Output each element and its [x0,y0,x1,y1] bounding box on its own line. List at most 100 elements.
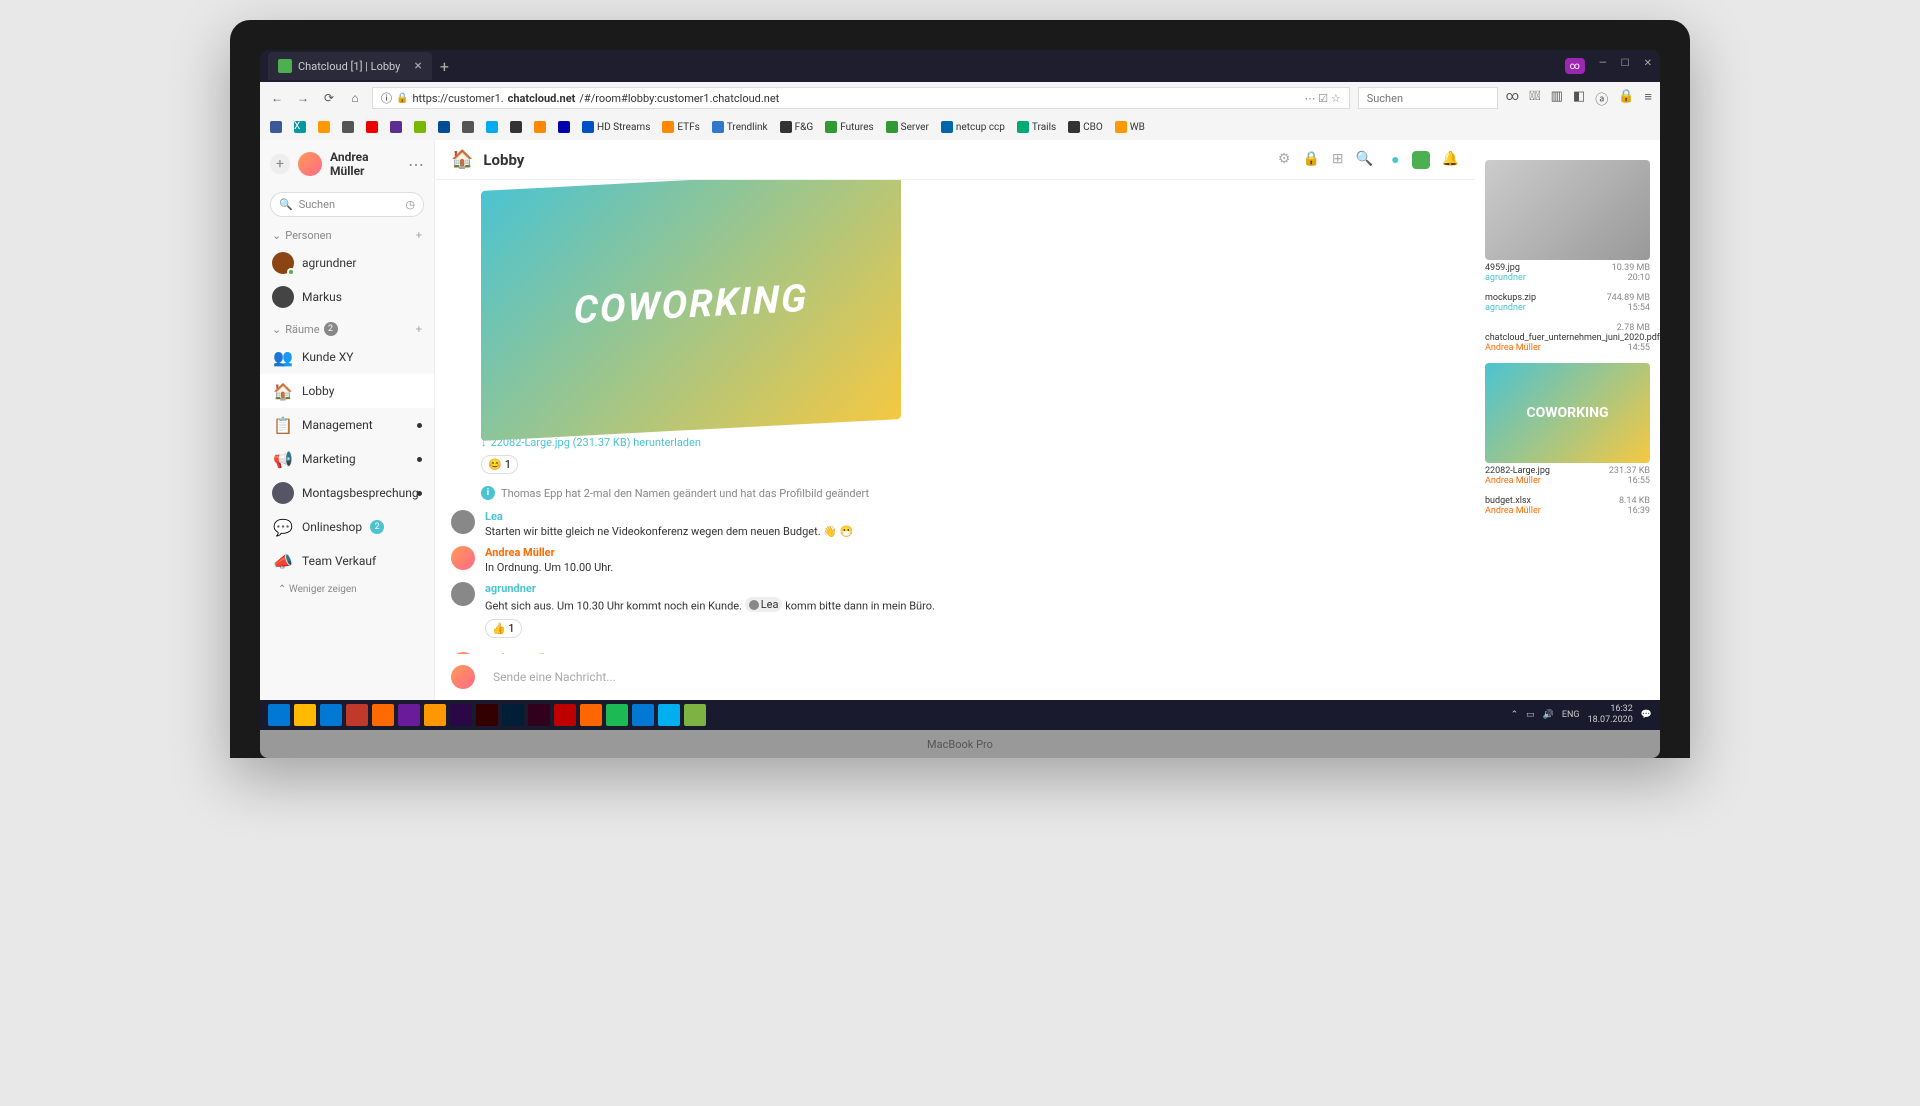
history-icon[interactable]: ◷ [405,198,415,211]
show-less[interactable]: ⌃ Weniger zeigen [260,578,434,601]
taskbar-app[interactable] [632,704,654,726]
bookmark[interactable]: X [294,121,306,133]
back-button[interactable]: ← [268,89,286,107]
bookmark[interactable] [438,121,450,133]
bookmark[interactable] [510,121,522,133]
room-item[interactable]: 👥Kunde XY [260,340,434,374]
add-person[interactable]: + [416,229,422,242]
bookmark[interactable] [558,121,570,133]
bookmark[interactable] [534,121,546,133]
taskbar-app[interactable] [658,704,680,726]
reaction[interactable]: 😊 1 [481,455,518,474]
tab-close-icon[interactable]: × [414,58,421,74]
bookmark[interactable]: Futures [825,121,873,133]
browser-tab[interactable]: Chatcloud [1] | Lobby × [268,52,432,80]
taskbar-app[interactable] [528,704,550,726]
room-item[interactable]: 📢Marketing [260,442,434,476]
bookmark[interactable] [390,121,402,133]
start-button[interactable] [268,704,290,726]
file-item[interactable]: 744.89 MBmockups.zip15:54agrundner [1485,293,1650,313]
taskbar-app[interactable] [502,704,524,726]
section-people[interactable]: ⌄ Personen + [260,221,434,246]
bookmark[interactable] [486,121,498,133]
message-user[interactable]: Andrea Müller [485,546,1459,559]
library-icon[interactable]: ▥ [1551,89,1563,108]
taskbar-app[interactable] [476,704,498,726]
notifications-icon[interactable]: 💬 [1641,710,1652,720]
menu-button[interactable]: ≡ [1644,89,1652,108]
file-thumb[interactable] [1485,160,1650,260]
file-thumb[interactable]: COWORKING [1485,363,1650,463]
chat-scroll[interactable]: COWORKING ↓22082-Large.jpg (231.37 KB) h… [435,180,1475,654]
room-item[interactable]: Montagsbesprechung [260,476,434,510]
taskbar-app[interactable] [398,704,420,726]
bookmark[interactable] [318,121,330,133]
bookmark[interactable]: CBO [1068,121,1103,133]
file-item[interactable]: 231.37 KB22082-Large.jpg16:55Andrea Müll… [1485,466,1650,486]
bell-icon[interactable]: 🔔 [1442,151,1459,169]
file-item[interactable]: 10.39 MB4959.jpg20:10agrundner [1485,263,1650,283]
home-button[interactable]: ⌂ [346,89,364,107]
search-input[interactable]: 🔍 Suchen ◷ [270,192,424,217]
bookmark[interactable]: Trails [1017,121,1056,133]
file-item[interactable]: 2.78 MBchatcloud_fuer_unternehmen_juni_2… [1485,323,1650,353]
tray-chevron-icon[interactable]: ⌃ [1511,710,1519,720]
forward-button[interactable]: → [294,89,312,107]
taskbar-app[interactable] [606,704,628,726]
add-button[interactable]: + [270,154,290,174]
tray-network-icon[interactable]: ▭ [1526,710,1535,720]
bookmark[interactable]: HD Streams [582,121,650,133]
taskbar-app[interactable] [294,704,316,726]
avatar[interactable] [298,152,322,176]
user-menu[interactable]: ⋯ [408,155,424,174]
room-item[interactable]: 🏠Lobby [260,374,434,408]
message-user[interactable]: Lea [485,510,1459,523]
message-input[interactable]: Sende eine Nachricht... [485,662,1459,692]
bookmark[interactable]: Trendlink [712,121,768,133]
avatar[interactable]: ● [1391,151,1399,169]
lock-icon[interactable]: 🔒 [1302,151,1319,169]
taskbar-app[interactable] [424,704,446,726]
files-icon[interactable] [1412,151,1430,169]
bookmark[interactable]: F&G [780,121,814,133]
taskbar-app[interactable] [684,704,706,726]
account-icon[interactable]: ⓐ [1595,89,1608,108]
browser-search[interactable] [1358,87,1498,109]
message-user[interactable]: agrundner [485,582,1459,595]
bookmark[interactable] [342,121,354,133]
reload-button[interactable]: ⟳ [320,89,338,107]
bookmark[interactable]: Server [886,121,929,133]
tray-sound-icon[interactable]: 🔊 [1543,710,1554,720]
ext1-icon[interactable]: ∞ [1506,89,1519,108]
taskbar-app[interactable] [580,704,602,726]
extension-icon[interactable]: ∞ [1565,58,1585,74]
room-item[interactable]: 💬Onlineshop2 [260,510,434,544]
close-button[interactable]: ✕ [1644,58,1652,74]
taskbar-app[interactable] [320,704,342,726]
clock[interactable]: 16:32 18.07.2020 [1588,704,1633,726]
maximize-button[interactable]: ☐ [1621,58,1630,74]
file-item[interactable]: 8.14 KBbudget.xlsx16:39Andrea Müller [1485,496,1650,516]
sidebar-icon[interactable]: ◧ [1573,89,1585,108]
bookmark[interactable]: WB [1115,121,1145,133]
lock-icon[interactable]: 🔒 [396,93,408,104]
mention[interactable]: Lea [745,597,783,612]
taskbar-app[interactable] [372,704,394,726]
reaction[interactable]: 👍 1 [485,619,522,638]
taskbar-app[interactable] [346,704,368,726]
downloads-icon[interactable]: ⬇⃞ [1529,89,1541,108]
bookmark[interactable] [462,121,474,133]
attachment-image[interactable]: COWORKING [481,180,901,441]
bookmark[interactable]: ETFs [662,121,699,133]
bookmark[interactable] [270,121,282,133]
add-room[interactable]: + [416,323,422,336]
minimize-button[interactable]: — [1599,58,1607,74]
taskbar-app[interactable] [450,704,472,726]
url-bar[interactable]: ⓘ 🔒 https://customer1.chatcloud.net/#/ro… [372,87,1350,109]
room-item[interactable]: 📋Management [260,408,434,442]
taskbar-app[interactable] [554,704,576,726]
person-item[interactable]: agrundner [260,246,434,280]
info-icon[interactable]: ⓘ [381,90,392,106]
download-link[interactable]: ↓22082-Large.jpg (231.37 KB) herunterlad… [481,436,1459,449]
section-rooms[interactable]: ⌄ Räume 2 + [260,314,434,340]
